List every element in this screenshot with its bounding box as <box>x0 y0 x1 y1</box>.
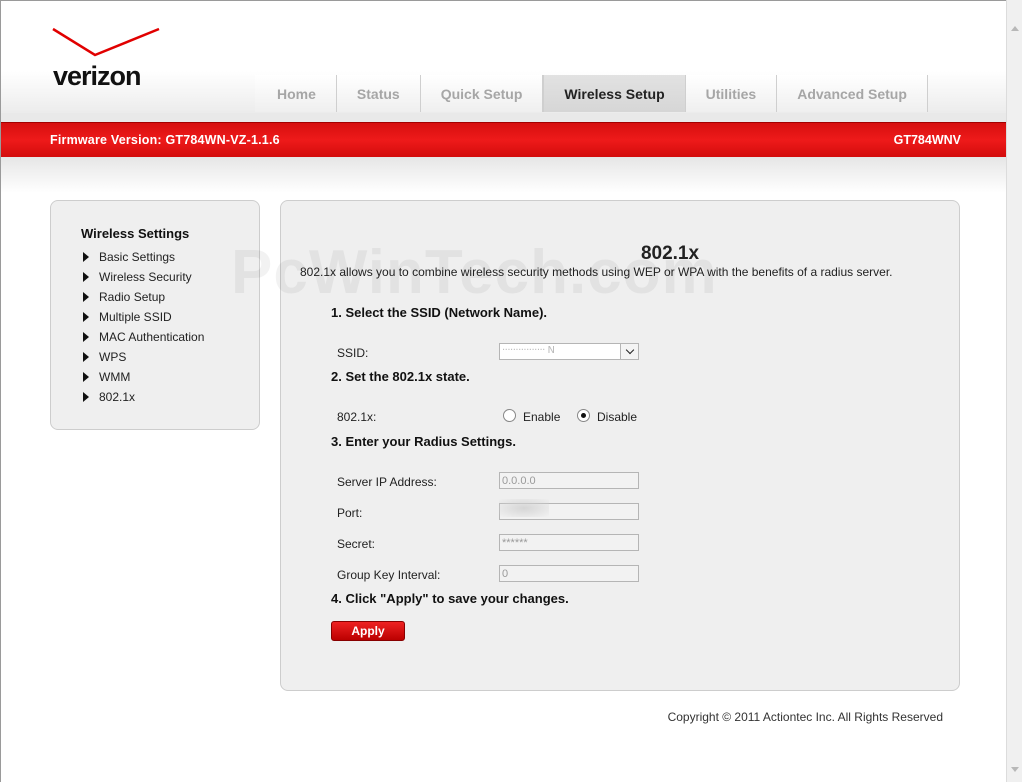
sidebar-item-label: WPS <box>99 350 127 364</box>
enable-label: Enable <box>523 410 561 424</box>
sidebar-item-label: Radio Setup <box>99 290 166 304</box>
sidebar-item-8021x[interactable]: 802.1x <box>81 387 204 407</box>
tab-wireless-setup[interactable]: Wireless Setup <box>543 75 686 112</box>
verizon-logo[interactable]: verizon <box>49 25 165 91</box>
chevron-down-icon <box>625 345 634 355</box>
tab-utilities[interactable]: Utilities <box>685 75 778 112</box>
port-label: Port: <box>337 506 363 520</box>
secret-input[interactable]: ****** <box>499 534 639 551</box>
arrow-right-icon <box>83 372 89 382</box>
page-title: 802.1x <box>640 243 700 264</box>
ssid-label: SSID: <box>337 346 369 360</box>
header-divider <box>1 113 1006 122</box>
disable-radio[interactable] <box>577 409 590 422</box>
sidebar-item-wmm[interactable]: WMM <box>81 367 204 387</box>
arrow-right-icon <box>83 272 89 282</box>
step-3-heading: 3. Enter your Radius Settings. <box>331 434 516 449</box>
sidebar-item-mac-authentication[interactable]: MAC Authentication <box>81 327 204 347</box>
copyright: Copyright © 2011 Actiontec Inc. All Righ… <box>667 710 943 724</box>
main-nav-tabs: Home Status Quick Setup Wireless Setup U… <box>255 75 928 112</box>
sidebar-item-label: Wireless Security <box>99 270 192 284</box>
sidebar-list: Basic Settings Wireless Security Radio S… <box>81 247 204 407</box>
arrow-right-icon <box>83 292 89 302</box>
tab-advanced-setup[interactable]: Advanced Setup <box>777 75 928 112</box>
secret-label: Secret: <box>337 537 376 551</box>
tab-home[interactable]: Home <box>255 75 337 112</box>
vertical-scrollbar[interactable] <box>1006 0 1022 782</box>
tab-status[interactable]: Status <box>336 75 421 112</box>
sidebar: Wireless Settings Basic Settings Wireles… <box>50 200 260 430</box>
browser-viewport: verizon Home Status Quick Setup Wireless… <box>0 0 1006 782</box>
banner-shadow <box>1 157 1006 193</box>
sidebar-item-label: WMM <box>99 370 131 384</box>
arrow-right-icon <box>83 252 89 262</box>
settings-panel: PcWinTech.com 802.1x 802.1x allows you t… <box>231 200 960 691</box>
step-2-heading: 2. Set the 802.1x state. <box>331 369 470 384</box>
ssid-select[interactable]: ················ N <box>499 343 639 360</box>
step-4-heading: 4. Click "Apply" to save your changes. <box>331 591 569 606</box>
group-key-interval-input[interactable]: 0 <box>499 565 639 582</box>
redacted-port-blur <box>499 499 549 517</box>
model-name: GT784WNV <box>893 133 961 147</box>
scroll-up-icon[interactable] <box>1011 26 1019 31</box>
sidebar-item-label: 802.1x <box>99 390 136 404</box>
verizon-check-mark-icon <box>52 27 160 57</box>
sidebar-item-basic-settings[interactable]: Basic Settings <box>81 247 204 267</box>
arrow-right-icon <box>83 332 89 342</box>
firmware-banner: Firmware Version: GT784WN-VZ-1.1.6 GT784… <box>1 122 1006 157</box>
firmware-version: Firmware Version: GT784WN-VZ-1.1.6 <box>50 133 280 147</box>
sidebar-title: Wireless Settings <box>81 226 190 241</box>
sidebar-item-radio-setup[interactable]: Radio Setup <box>81 287 204 307</box>
arrow-right-icon <box>83 312 89 322</box>
server-ip-label: Server IP Address: <box>337 475 437 489</box>
tab-quick-setup[interactable]: Quick Setup <box>420 75 544 112</box>
step-1-heading: 1. Select the SSID (Network Name). <box>331 305 548 320</box>
intro-text: 802.1x allows you to combine wireless se… <box>300 265 893 279</box>
sidebar-item-label: Basic Settings <box>99 250 176 264</box>
ssid-selected-value: ················ N <box>502 345 555 356</box>
server-ip-input[interactable]: 0.0.0.0 <box>499 472 639 489</box>
scroll-down-icon[interactable] <box>1011 767 1019 772</box>
sidebar-item-wps[interactable]: WPS <box>81 347 204 367</box>
enable-radio[interactable] <box>503 409 516 422</box>
group-key-interval-label: Group Key Interval: <box>337 568 441 582</box>
sidebar-item-wireless-security[interactable]: Wireless Security <box>81 267 204 287</box>
dropdown-button[interactable] <box>620 344 638 359</box>
logo-text: verizon <box>53 61 142 91</box>
disable-label: Disable <box>597 410 638 424</box>
header: verizon Home Status Quick Setup Wireless… <box>1 1 1006 113</box>
apply-button[interactable]: Apply <box>331 621 405 641</box>
8021x-state-label: 802.1x: <box>337 410 377 424</box>
arrow-right-icon <box>83 352 89 362</box>
sidebar-item-multiple-ssid[interactable]: Multiple SSID <box>81 307 204 327</box>
sidebar-item-label: MAC Authentication <box>99 330 205 344</box>
sidebar-item-label: Multiple SSID <box>99 310 172 324</box>
arrow-right-icon <box>83 392 89 402</box>
